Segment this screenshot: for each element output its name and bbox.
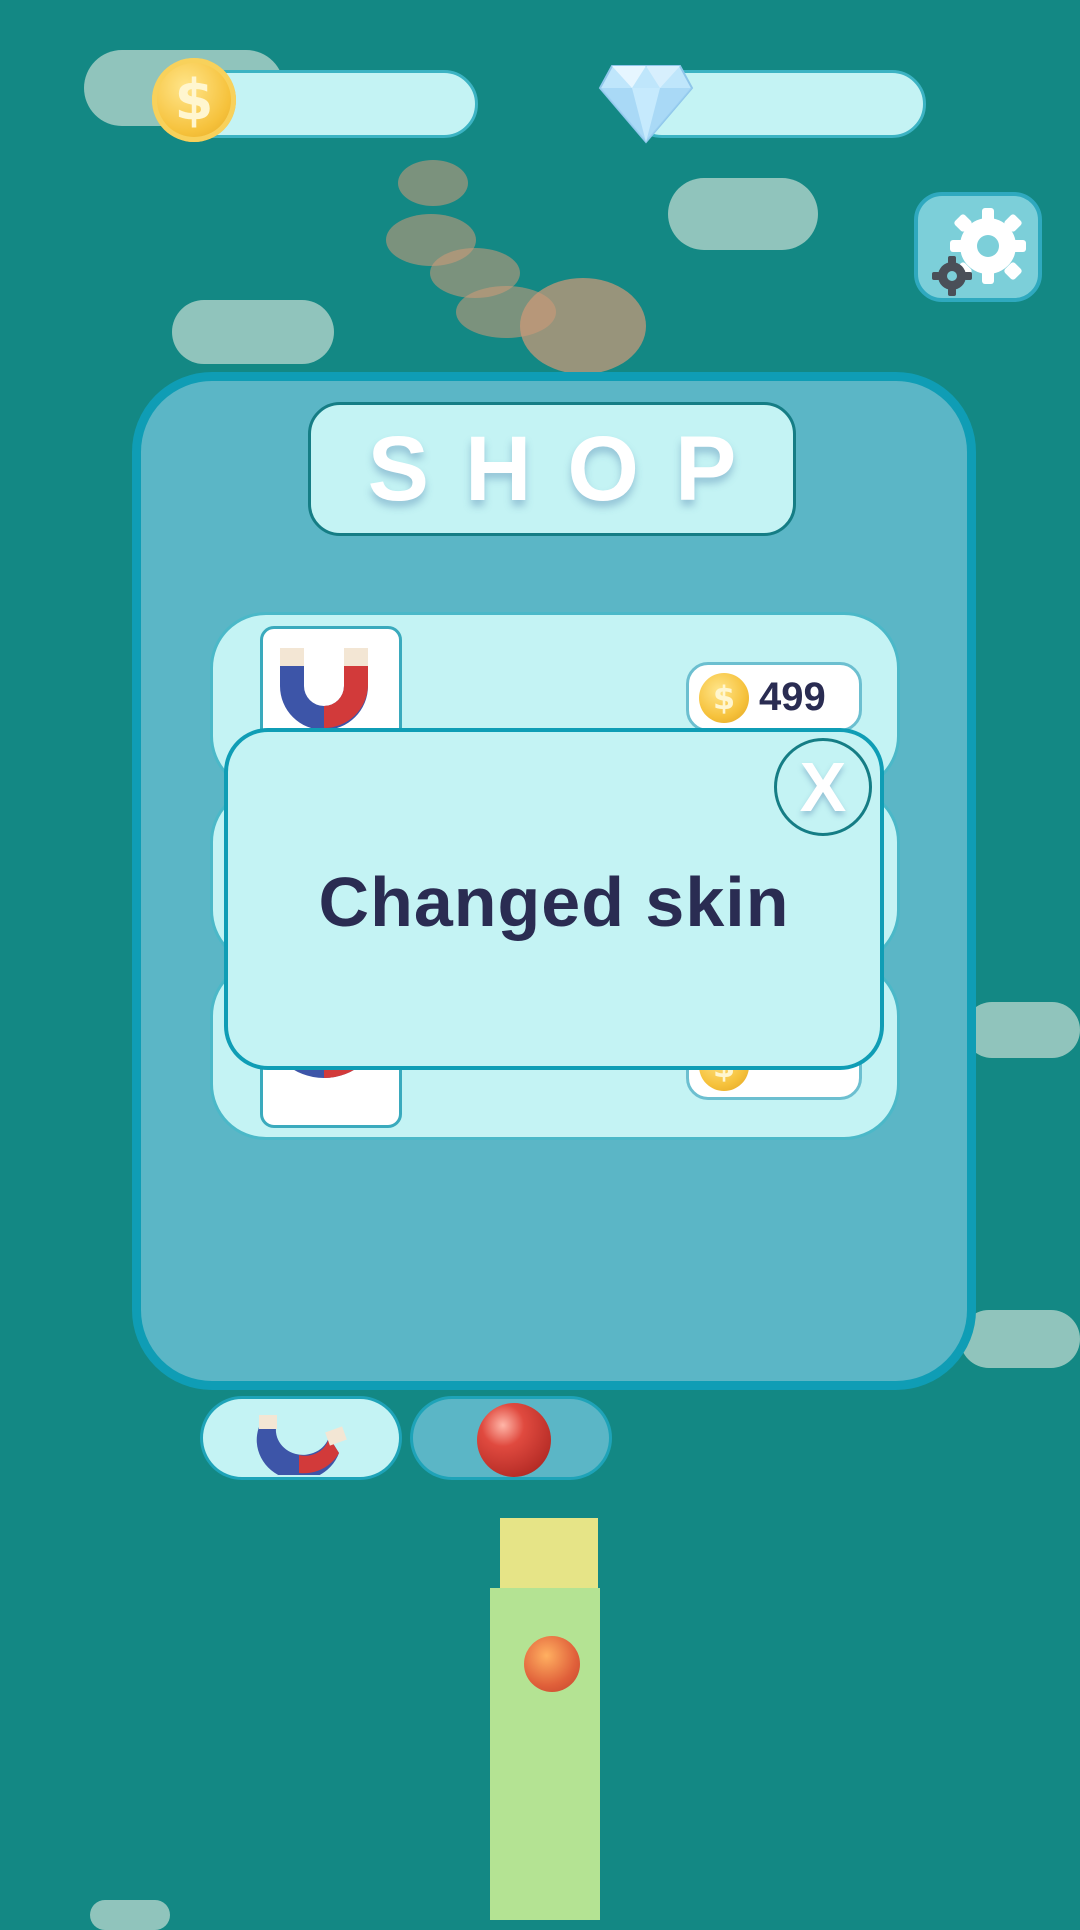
close-button[interactable]: X — [774, 738, 872, 836]
shop-title-box: SHOP — [308, 402, 796, 536]
coin-icon: $ — [152, 58, 236, 142]
track-segment — [500, 1518, 598, 1590]
shop-title: SHOP — [367, 417, 773, 520]
coin-symbol: $ — [712, 679, 736, 717]
tab-balls[interactable] — [410, 1396, 612, 1480]
tab-magnets[interactable] — [200, 1396, 402, 1480]
cloud-decoration — [668, 178, 818, 250]
coin-symbol: $ — [174, 67, 214, 133]
magnet-icon — [256, 1415, 347, 1475]
cloud-decoration — [964, 1002, 1080, 1058]
price-button[interactable]: $ 499 — [686, 662, 862, 732]
cloud-decoration — [172, 300, 334, 364]
diamond-icon — [598, 65, 694, 144]
popup-message: Changed skin — [318, 863, 790, 941]
coin-icon: $ — [699, 673, 749, 723]
gear-icon — [932, 208, 1026, 296]
cloud-decoration — [960, 1310, 1080, 1368]
smoke-decoration — [398, 160, 468, 206]
item-price: 499 — [759, 675, 826, 719]
ball-icon — [477, 1403, 551, 1477]
settings-button[interactable] — [914, 192, 1042, 302]
player-ball — [524, 1636, 580, 1692]
smoke-decoration — [520, 278, 646, 374]
cloud-decoration — [90, 1900, 170, 1930]
